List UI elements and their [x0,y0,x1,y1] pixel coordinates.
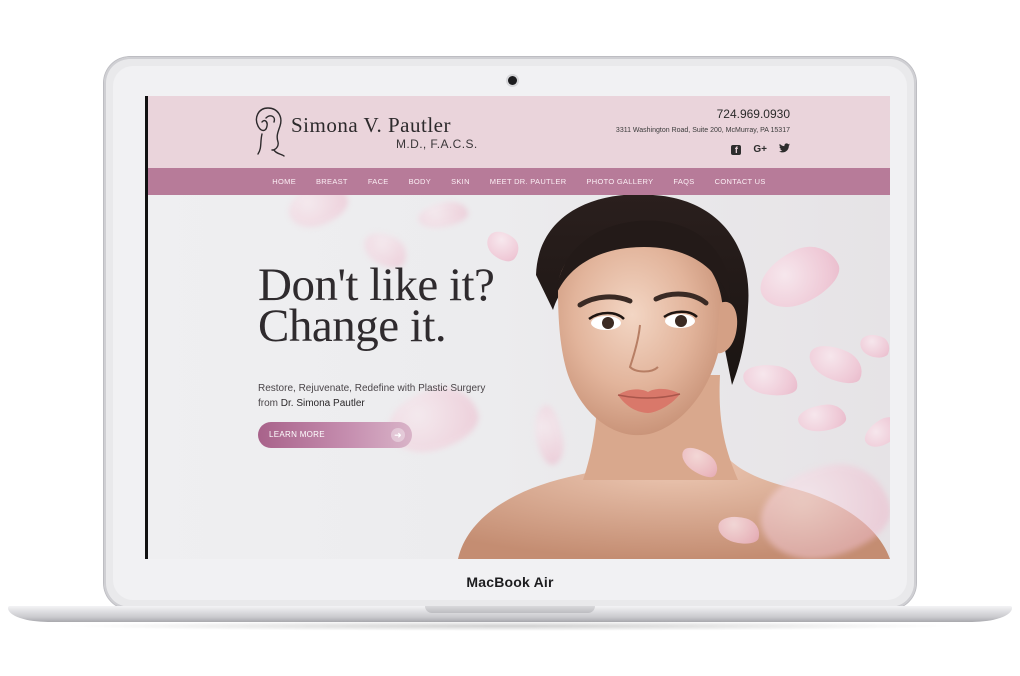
nav-breast[interactable]: BREAST [306,177,358,186]
hero-subtitle: Restore, Rejuvenate, Redefine with Plast… [258,381,485,411]
camera-icon [508,76,517,85]
hero-headline: Don't like it? Change it. [258,262,495,352]
google-plus-icon[interactable]: G+ [753,144,767,156]
subtitle-prefix: from [258,398,281,409]
subtitle-line-1: Restore, Rejuvenate, Redefine with Plast… [258,383,486,394]
logo-credentials: M.D., F.A.C.S. [396,137,478,151]
twitter-icon[interactable] [779,143,790,157]
nav-contact-us[interactable]: CONTACT US [705,177,776,186]
nav-faqs[interactable]: FAQS [663,177,704,186]
address: 3311 Washington Road, Suite 200, McMurra… [615,127,790,134]
nav-home[interactable]: HOME [262,177,306,186]
laptop-screen: Simona V. Pautler M.D., F.A.C.S. 724.969… [145,96,890,559]
petal-decoration [282,195,354,235]
learn-more-label: LEARN MORE [269,430,325,439]
headline-line-2: Change it. [258,300,447,352]
logo-name[interactable]: Simona V. Pautler [291,113,451,138]
site-header: Simona V. Pautler M.D., F.A.C.S. 724.969… [148,96,890,168]
laptop-shadow [60,621,960,631]
logo-profile-icon [255,107,285,157]
subtitle-line-2: from Dr. Simona Pautler [258,396,485,411]
nav-meet-dr-pautler[interactable]: MEET DR. PAUTLER [480,177,577,186]
main-nav: HOME BREAST FACE BODY SKIN MEET DR. PAUT… [148,168,890,195]
hero-banner: Don't like it? Change it. Restore, Rejuv… [148,195,890,559]
facebook-icon[interactable]: f [731,145,742,155]
social-links: f G+ [731,143,790,157]
phone-number[interactable]: 724.969.0930 [717,107,790,121]
macbook-label: MacBook Air [466,574,554,590]
nav-skin[interactable]: SKIN [441,177,480,186]
nav-body[interactable]: BODY [399,177,441,186]
laptop-base-notch [425,606,595,613]
nav-photo-gallery[interactable]: PHOTO GALLERY [576,177,663,186]
arrow-right-icon: ➜ [391,428,405,442]
doctor-name: Dr. Simona Pautler [280,398,365,409]
learn-more-button[interactable]: LEARN MORE ➜ [258,422,412,448]
nav-face[interactable]: FACE [358,177,399,186]
